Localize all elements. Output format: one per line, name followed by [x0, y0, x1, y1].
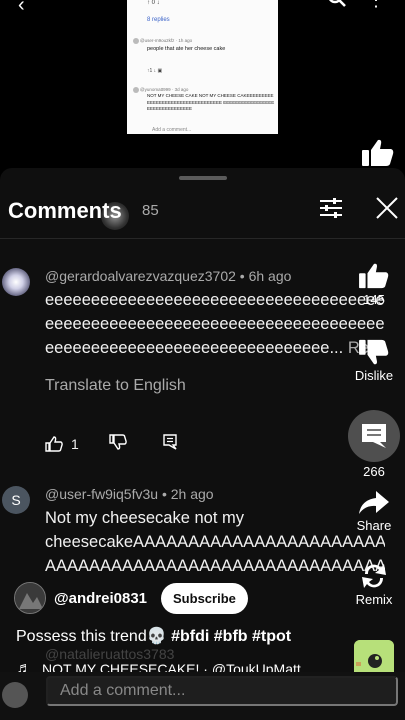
video-frame-embedded-comments: ↑ 0 ↓ 8 replies @user-m9ou2kfz · 1h ago … — [127, 0, 278, 134]
remix-button[interactable]: Remix — [350, 562, 398, 607]
close-icon[interactable] — [375, 196, 399, 225]
comment-text-line: Not my cheesecake not my — [45, 509, 244, 527]
avatar[interactable] — [2, 268, 30, 296]
comment-time: 2h ago — [170, 486, 214, 502]
embed-replies-link: 8 replies — [147, 17, 170, 23]
comment-author[interactable]: @gerardoalvarezvazquez3702 — [45, 268, 236, 284]
thumbs-down-outline-icon — [109, 434, 127, 450]
thumbs-up-icon — [359, 263, 389, 289]
channel-name[interactable]: @andrei0831 — [54, 590, 147, 607]
translate-link[interactable]: Translate to English — [45, 377, 186, 395]
comments-button[interactable]: 266 — [348, 410, 400, 479]
embed-comment2-head: @yunomatt999 · 3d ago — [140, 87, 189, 92]
comment-actions: 1 — [45, 434, 177, 453]
share-arrow-icon — [359, 491, 389, 514]
comment-icon — [362, 424, 386, 448]
sort-filter-icon[interactable] — [319, 196, 343, 225]
comment-text-line: AAAAAAAAAAAAAAAAAAAAAAAAAAAAAAAA — [45, 557, 385, 575]
dot-separator: • — [161, 486, 171, 502]
thumbs-down-icon — [359, 339, 389, 365]
share-button[interactable]: Share — [350, 490, 398, 533]
embed-comment1-text: people that ate her cheese cake — [147, 46, 226, 52]
comments-count-label: 266 — [363, 464, 385, 479]
embed-vote-row: ↑ 0 ↓ — [147, 0, 160, 6]
skull-emoji-icon: 💀 — [146, 628, 167, 645]
add-comment-input[interactable] — [46, 676, 398, 706]
remix-label: Remix — [355, 592, 393, 607]
embed-comment2-text: NOT MY CHEESE CAKE NOT MY CHEESE CAKEEEE… — [147, 93, 275, 111]
more-vert-icon[interactable]: ⋮ — [367, 0, 385, 11]
comment-author-row: @user-fw9iq5fv3u • 2h ago — [45, 486, 214, 502]
comment-author-row: @gerardoalvarezvazquez3702 • 6h ago — [45, 268, 291, 284]
subscribe-button[interactable]: Subscribe — [161, 582, 248, 614]
like-count: 145 — [363, 292, 385, 307]
comment-dislike-button[interactable] — [109, 434, 127, 453]
caption-hashtags[interactable]: #bfdi #bfb #tpot — [167, 628, 291, 645]
comment-author[interactable]: @user-fw9iq5fv3u — [45, 486, 158, 502]
embed-add-comment: Add a comment... — [152, 127, 192, 133]
comments-count: 85 — [142, 202, 159, 219]
embed-avatar — [133, 87, 139, 93]
caption-text: Possess this trend — [16, 628, 147, 645]
embed-comment1-actions: ↑1 ↓ ▣ — [147, 68, 163, 74]
comment-reply-button[interactable] — [163, 434, 177, 453]
comment-text-line: eeeeeeeeeeeeeeeeeeeeeeeeeeeeeeeeeeeeeeee… — [45, 291, 385, 309]
comment-text-line: eeeeeeeeeeeeeeeeeeeeeeeeeeeeeeeeeeeeeeee… — [45, 315, 385, 333]
comment-time: 6h ago — [248, 268, 292, 284]
avatar — [2, 682, 28, 708]
reply-comment-icon — [163, 434, 177, 450]
share-label: Share — [356, 518, 392, 533]
back-arrow-icon[interactable]: ‹ — [18, 0, 25, 17]
embed-comment1-head: @user-m9ou2kfz · 1h ago — [140, 38, 193, 43]
video-area[interactable]: ‹ ⋮ ↑ 0 ↓ 8 replies @user-m9ou2kfz · 1h … — [0, 0, 405, 168]
channel-avatar[interactable] — [14, 582, 46, 614]
comment-text-last-line: eeeeeeeeeeeeeeeeeeeeeeeeeeeeeee... Read … — [45, 336, 385, 360]
comments-button-bg — [348, 410, 400, 462]
thumbs-up-outline-icon — [45, 435, 63, 452]
dot-separator: • — [239, 268, 249, 284]
touch-indicator — [101, 202, 129, 230]
dislike-label: Dislike — [354, 368, 394, 383]
sheet-divider — [0, 238, 405, 239]
channel-row: @andrei0831 Subscribe — [14, 582, 248, 614]
like-button[interactable]: 145 — [350, 262, 398, 307]
dislike-button[interactable]: Dislike — [350, 338, 398, 383]
embed-avatar — [133, 38, 139, 44]
video-caption[interactable]: Possess this trend💀 #bfdi #bfb #tpot — [16, 626, 291, 646]
search-icon[interactable] — [327, 0, 347, 15]
remix-icon — [362, 564, 386, 588]
add-comment-bar — [0, 672, 405, 720]
comment-text-line: cheesecakeAAAAAAAAAAAAAAAAAAAAAAAAA — [45, 533, 385, 551]
comment-like-button[interactable]: 1 — [45, 436, 79, 452]
drag-handle[interactable] — [179, 176, 227, 180]
avatar[interactable]: S — [2, 486, 30, 514]
comment-like-count: 1 — [71, 435, 79, 452]
comment-text-line: eeeeeeeeeeeeeeeeeeeeeeeeeeeeeee... — [45, 339, 344, 357]
